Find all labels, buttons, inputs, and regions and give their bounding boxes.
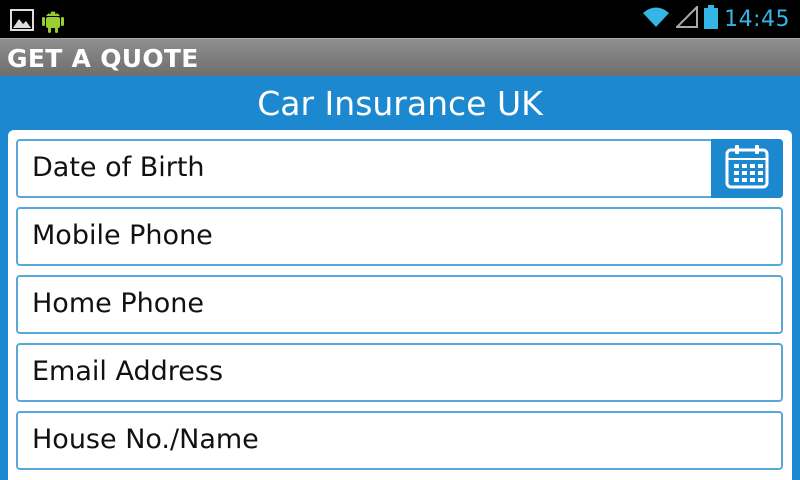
android-icon [42,6,64,38]
house-no-name-label: House No./Name [32,424,259,455]
email-address-field[interactable]: Email Address [16,343,783,402]
main-content: Car Insurance UK Date of Birth Mobile Ph… [0,76,800,480]
page-title: Car Insurance UK [257,84,543,123]
notification-icons [10,6,64,38]
house-no-name-field[interactable]: House No./Name [16,411,783,470]
date-of-birth-label: Date of Birth [32,152,205,183]
action-bar: GET A QUOTE [0,38,800,76]
clock: 14:45 [724,6,790,32]
signal-icon [674,4,699,32]
quote-form: Date of Birth Mobile Phone Home Phone Em… [8,130,792,480]
calendar-icon [724,144,770,194]
date-of-birth-field[interactable]: Date of Birth [16,139,783,198]
system-icons: 14:45 [642,0,790,38]
wifi-icon [642,6,670,32]
email-address-label: Email Address [32,356,224,387]
action-bar-title: GET A QUOTE [7,44,199,73]
home-phone-field[interactable]: Home Phone [16,275,783,334]
battery-icon [704,5,719,33]
image-icon [10,9,34,35]
mobile-phone-label: Mobile Phone [32,220,213,251]
mobile-phone-field[interactable]: Mobile Phone [16,207,783,266]
status-bar: 14:45 [0,0,800,38]
calendar-button[interactable] [711,139,783,198]
home-phone-label: Home Phone [32,288,204,319]
